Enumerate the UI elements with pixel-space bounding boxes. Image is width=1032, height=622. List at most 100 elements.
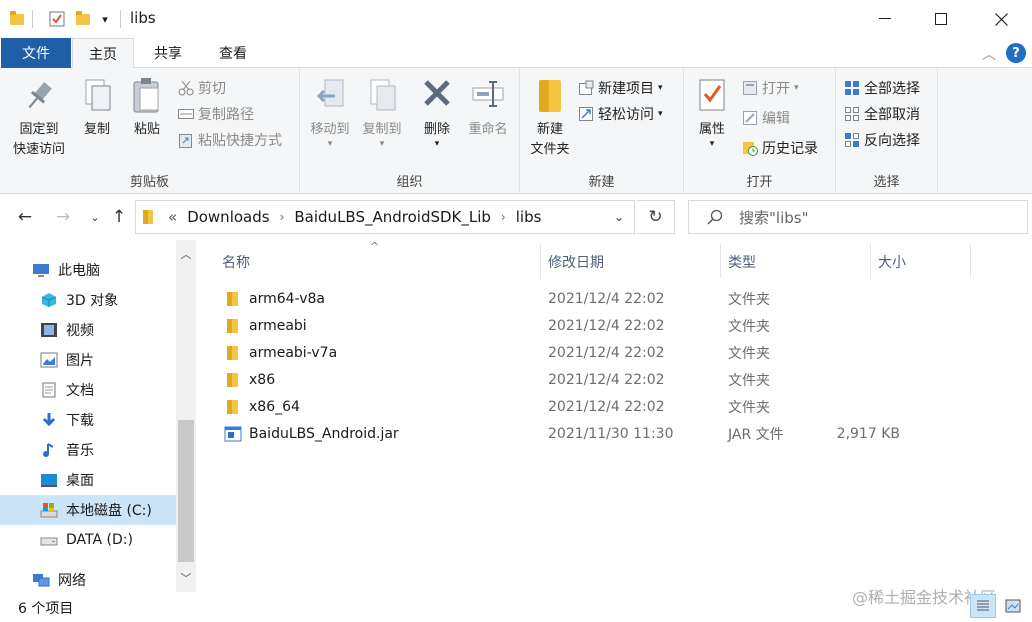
invert-selection-button[interactable]: 反向选择 xyxy=(844,128,920,152)
nav-item-network[interactable]: 网络 xyxy=(0,565,176,595)
cut-button[interactable]: 剪切 xyxy=(178,76,226,100)
address-overflow[interactable]: « xyxy=(168,208,177,226)
move-to-label: 移动到 xyxy=(310,122,350,137)
nav-item-local-disk[interactable]: 本地磁盘 (C:) xyxy=(0,495,176,525)
file-row[interactable]: armeabi-v7a 2021/12/4 22:02 文件夹 xyxy=(210,339,970,366)
nav-item-computer[interactable]: 此电脑 xyxy=(0,255,176,285)
column-header-type[interactable]: 类型 xyxy=(728,250,756,274)
address-bar[interactable]: « Downloads › BaiduLBS_AndroidSDK_Lib › … xyxy=(135,200,635,234)
file-type: JAR 文件 xyxy=(728,426,784,443)
large-icons-view-icon[interactable] xyxy=(1000,594,1026,618)
nav-item-video[interactable]: 视频 xyxy=(0,315,176,345)
open-button[interactable]: 打开 ▾ xyxy=(742,76,799,100)
file-modified-date: 2021/12/4 22:02 xyxy=(548,398,665,415)
paste-button[interactable]: 粘贴 xyxy=(126,76,168,140)
breadcrumb-sdk-lib[interactable]: BaiduLBS_AndroidSDK_Lib xyxy=(294,208,491,226)
breadcrumb-downloads[interactable]: Downloads xyxy=(187,208,269,226)
nav-item-label: 图片 xyxy=(66,353,94,369)
folder-icon xyxy=(224,312,244,339)
column-header-date[interactable]: 修改日期 xyxy=(548,250,604,274)
new-folder-button[interactable]: 新建 文件夹 xyxy=(524,76,576,160)
breadcrumb-separator-icon[interactable]: › xyxy=(501,210,506,224)
maximize-button[interactable] xyxy=(918,0,964,38)
computer-icon xyxy=(32,262,50,278)
column-divider[interactable] xyxy=(870,244,871,278)
column-divider[interactable] xyxy=(720,244,721,278)
tab-share[interactable]: 共享 xyxy=(142,38,194,68)
nav-item-music[interactable]: 音乐 xyxy=(0,435,176,465)
history-button[interactable]: 历史记录 xyxy=(742,136,818,160)
column-header-size[interactable]: 大小 xyxy=(878,250,906,274)
breadcrumb-libs[interactable]: libs xyxy=(516,208,542,226)
network-icon xyxy=(32,572,50,588)
file-row[interactable]: arm64-v8a 2021/12/4 22:02 文件夹 xyxy=(210,285,970,312)
dropdown-arrow-icon: ▾ xyxy=(658,83,663,93)
divider xyxy=(120,10,121,28)
scroll-up-chevron-icon[interactable]: ︿ xyxy=(176,246,196,262)
address-dropdown-chevron-icon[interactable]: ⌄ xyxy=(614,210,624,224)
move-to-button[interactable]: 移动到 ▾ xyxy=(304,76,356,149)
file-name: armeabi-v7a xyxy=(249,344,338,361)
column-header-name[interactable]: 名称 xyxy=(222,250,250,274)
details-view-icon[interactable] xyxy=(970,594,996,618)
file-row[interactable]: BaiduLBS_Android.jar 2021/11/30 11:30 JAR … xyxy=(210,420,970,447)
file-modified-date: 2021/12/4 22:02 xyxy=(548,317,665,334)
properties-button[interactable]: 属性 ▾ xyxy=(690,76,734,149)
nav-item-3d-objects[interactable]: 3D 对象 xyxy=(0,285,176,315)
scroll-down-chevron-icon[interactable]: ﹀ xyxy=(176,570,196,586)
nav-pane-scrollbar[interactable]: ︿ ﹀ xyxy=(176,240,196,592)
back-arrow-icon[interactable]: ← xyxy=(14,206,36,228)
properties-check-icon[interactable] xyxy=(48,10,66,28)
nav-item-desktop[interactable]: 桌面 xyxy=(0,465,176,495)
column-divider[interactable] xyxy=(970,244,971,278)
help-icon[interactable]: ? xyxy=(1006,43,1026,63)
tab-home[interactable]: 主页 xyxy=(72,38,134,69)
forward-arrow-icon[interactable]: → xyxy=(52,206,74,228)
tab-view[interactable]: 查看 xyxy=(206,38,260,68)
nav-item-documents[interactable]: 文档 xyxy=(0,375,176,405)
select-none-button[interactable]: 全部取消 xyxy=(844,102,920,126)
close-button[interactable] xyxy=(978,0,1024,38)
copy-button[interactable]: 复制 xyxy=(76,76,118,140)
file-row[interactable]: x86_64 2021/12/4 22:02 文件夹 xyxy=(210,393,970,420)
select-none-icon xyxy=(844,106,860,122)
nav-item-label: 视频 xyxy=(66,323,94,339)
nav-item-downloads[interactable]: 下载 xyxy=(0,405,176,435)
paste-shortcut-button[interactable]: 粘贴快捷方式 xyxy=(178,128,282,152)
tab-file[interactable]: 文件 xyxy=(1,38,71,68)
up-arrow-icon[interactable]: ↑ xyxy=(108,206,130,228)
status-bar: 6 个项目 @稀土掘金技术社区 xyxy=(0,588,1032,622)
refresh-button[interactable]: ↻ xyxy=(637,200,675,234)
customize-toolbar-icon[interactable]: ▾ xyxy=(96,10,114,28)
copy-to-button[interactable]: 复制到 ▾ xyxy=(356,76,408,149)
edit-button[interactable]: 编辑 xyxy=(742,106,790,130)
new-folder-label-1: 新建 xyxy=(536,122,563,137)
collapse-ribbon-icon[interactable]: ︿ xyxy=(982,44,996,64)
recent-locations-chevron-icon[interactable]: ⌄ xyxy=(84,206,106,228)
minimize-button[interactable] xyxy=(862,0,908,38)
nav-item-pictures[interactable]: 图片 xyxy=(0,345,176,375)
3d-objects-icon xyxy=(40,292,58,308)
select-all-label: 全部选择 xyxy=(864,81,920,97)
nav-item-drive[interactable]: DATA (D:) xyxy=(0,525,176,555)
easy-access-button[interactable]: 轻松访问 ▾ xyxy=(578,102,663,126)
select-all-button[interactable]: 全部选择 xyxy=(844,76,920,100)
new-item-icon xyxy=(578,80,594,96)
local-disk-icon xyxy=(40,502,58,518)
new-item-button[interactable]: 新建项目 ▾ xyxy=(578,76,663,100)
column-divider[interactable] xyxy=(540,244,541,278)
pin-quick-access-button[interactable]: 固定到 快速访问 xyxy=(4,76,74,160)
file-row[interactable]: x86 2021/12/4 22:02 文件夹 xyxy=(210,366,970,393)
file-row[interactable]: armeabi 2021/12/4 22:02 文件夹 xyxy=(210,312,970,339)
scrollbar-thumb[interactable] xyxy=(178,420,194,562)
delete-button[interactable]: 删除 ▾ xyxy=(416,76,458,149)
paste-label: 粘贴 xyxy=(133,122,160,137)
breadcrumb-separator-icon[interactable]: › xyxy=(280,210,285,224)
search-box[interactable]: 搜索"libs" xyxy=(688,200,1028,234)
move-to-icon xyxy=(313,76,347,116)
easy-access-icon xyxy=(578,106,594,122)
copy-path-button[interactable]: 复制路径 xyxy=(178,102,254,126)
copy-to-label: 复制到 xyxy=(362,122,402,137)
rename-button[interactable]: 重命名 xyxy=(462,76,514,140)
new-folder-quick-icon[interactable] xyxy=(74,10,92,28)
